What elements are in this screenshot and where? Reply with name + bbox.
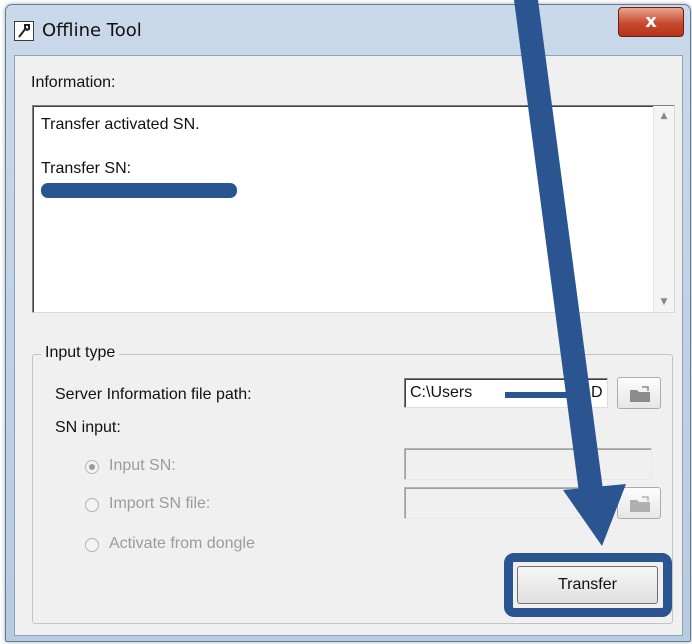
browse-server-file-button[interactable] [617,377,661,409]
radio-unchecked-icon[interactable] [85,498,99,512]
transfer-button[interactable]: Transfer [517,566,658,604]
sn-input-field[interactable] [404,448,652,480]
app-wrench-icon [14,21,34,41]
close-button[interactable]: x [618,7,684,37]
redacted-path [505,392,589,398]
client-area: Information: Transfer activated SN. Tran… [14,55,683,636]
radio-unchecked-icon[interactable] [85,538,99,552]
activate-from-dongle-radio[interactable]: Activate from dongle [85,535,325,557]
browse-sn-file-button[interactable] [617,487,661,519]
folder-icon [630,386,650,402]
redacted-serial-number [41,183,237,198]
server-path-value: C:\Users [410,384,473,401]
activate-from-dongle-label: Activate from dongle [109,535,255,552]
scroll-down-arrow-icon[interactable]: ▼ [654,292,674,312]
radio-checked-icon[interactable] [85,460,99,474]
import-sn-file-radio[interactable]: Import SN file: [85,495,285,517]
scroll-up-arrow-icon[interactable]: ▲ [654,106,674,126]
sn-input-label: SN input: [55,419,121,436]
information-textarea[interactable]: Transfer activated SN. Transfer SN: ▲ ▼ [32,105,675,313]
offline-tool-window: Offline Tool x Information: Transfer act… [5,4,691,642]
info-line: Transfer activated SN. [41,116,200,133]
window-title: Offline Tool [42,20,142,41]
server-path-field[interactable]: C:\Users D [404,378,608,408]
input-sn-label: Input SN: [109,457,176,474]
vertical-scrollbar[interactable]: ▲ ▼ [653,106,674,312]
sn-file-path-field[interactable] [404,487,608,519]
close-icon: x [645,11,657,32]
server-path-suffix: D [591,384,603,401]
input-sn-radio[interactable]: Input SN: [85,457,285,479]
import-sn-file-label: Import SN file: [109,495,211,512]
server-path-label: Server Information file path: [55,386,252,403]
title-bar[interactable]: Offline Tool x [6,5,690,53]
information-label: Information: [31,74,116,91]
input-type-legend: Input type [41,344,120,362]
folder-icon [630,496,650,512]
info-line: Transfer SN: [41,160,132,177]
